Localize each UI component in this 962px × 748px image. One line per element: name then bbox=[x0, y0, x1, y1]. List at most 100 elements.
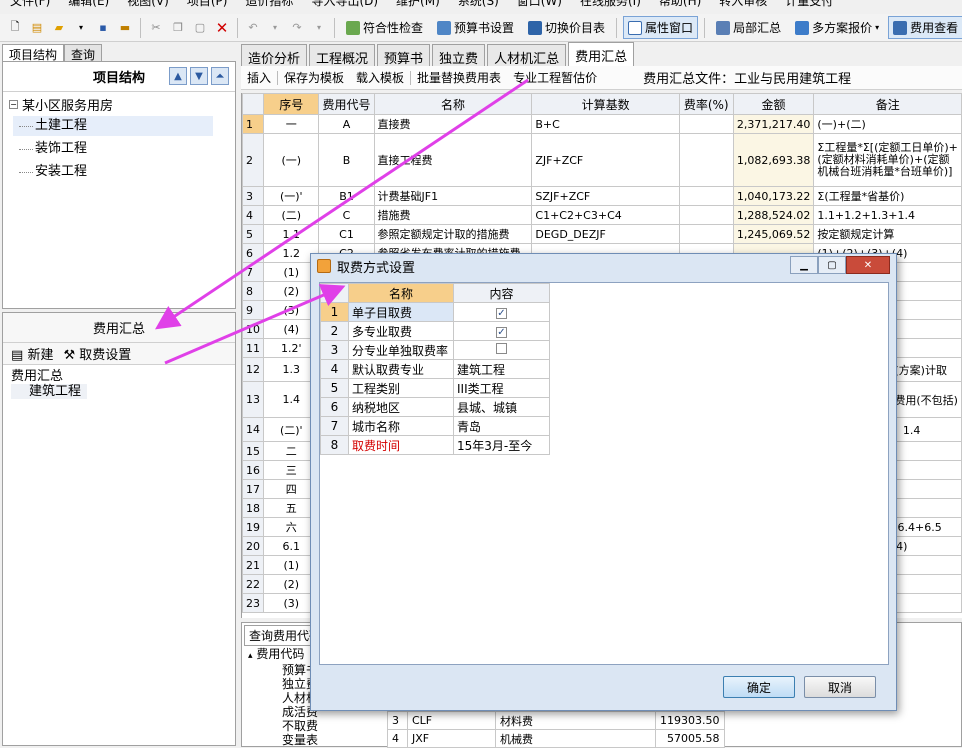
cell-name[interactable]: 机械费 bbox=[495, 729, 656, 748]
setting-checkbox[interactable]: ✓ bbox=[453, 321, 550, 341]
cell-code[interactable]: B bbox=[318, 133, 375, 187]
minimize-button[interactable]: ▁ bbox=[790, 256, 818, 274]
cell-name[interactable]: 材料费 bbox=[495, 711, 656, 730]
row-number[interactable]: 19 bbox=[242, 517, 264, 537]
tree-root-project[interactable]: − 某小区服务用房 bbox=[9, 95, 113, 114]
col-header-name[interactable]: 名称 bbox=[348, 283, 454, 303]
tree-item-code[interactable]: 不取费 bbox=[282, 719, 318, 733]
row-number[interactable]: 20 bbox=[242, 536, 264, 556]
switch-price-table-button[interactable]: 切换价目表 bbox=[523, 16, 610, 39]
menu-item[interactable]: 导入导出(D) bbox=[311, 0, 378, 9]
row-number[interactable]: 13 bbox=[242, 381, 264, 418]
row-number[interactable]: 7 bbox=[242, 262, 264, 282]
setting-value[interactable]: 建筑工程 bbox=[453, 359, 550, 379]
setting-name[interactable]: 城市名称 bbox=[348, 416, 454, 436]
cell-amount[interactable]: 2,371,217.40 bbox=[732, 114, 815, 134]
row-number[interactable]: 9 bbox=[242, 300, 264, 320]
new-button[interactable]: ▤ 新建 bbox=[11, 344, 53, 363]
row-number[interactable]: 10 bbox=[242, 319, 264, 339]
setting-value[interactable]: 青岛 bbox=[453, 416, 550, 436]
cell-seq[interactable]: 一 bbox=[262, 114, 320, 134]
budget-settings-button[interactable]: 预算书设置 bbox=[432, 16, 519, 39]
row-number[interactable]: 11 bbox=[242, 338, 264, 358]
tree-root-code[interactable]: ▴ 费用代码 bbox=[248, 647, 318, 663]
menu-item[interactable]: 项目(P) bbox=[187, 0, 228, 9]
cell-n[interactable]: 3 bbox=[387, 711, 408, 730]
multi-quote-button[interactable]: 多方案报价 ▾ bbox=[790, 16, 884, 39]
tab-fee-summary[interactable]: 费用汇总 bbox=[568, 42, 635, 66]
ok-button[interactable]: 确定 bbox=[723, 676, 795, 698]
cell-name[interactable]: 直接工程费 bbox=[373, 133, 533, 187]
save-icon[interactable]: ▪ bbox=[95, 20, 111, 36]
setting-name[interactable]: 多专业取费 bbox=[348, 321, 454, 341]
cell-code[interactable]: CLF bbox=[407, 711, 496, 730]
row-number[interactable]: 17 bbox=[242, 479, 264, 499]
row-number[interactable]: 18 bbox=[242, 498, 264, 518]
cell-note[interactable]: 按定额规定计算 bbox=[813, 224, 962, 244]
cell-rate[interactable] bbox=[678, 205, 734, 225]
setting-row[interactable]: 1 单子目取费 ✓ bbox=[320, 302, 550, 322]
setting-value[interactable]: 15年3月-至今 bbox=[453, 435, 550, 455]
cell-code[interactable]: C bbox=[318, 205, 375, 225]
col-header-seq[interactable]: 序号 bbox=[262, 93, 320, 115]
setting-row[interactable]: 4 默认取费专业 建筑工程 bbox=[320, 359, 550, 379]
tree-item-installation[interactable]: 安装工程 bbox=[13, 162, 87, 182]
row-number[interactable]: 16 bbox=[242, 460, 264, 480]
checkbox[interactable]: ✓ bbox=[496, 308, 507, 319]
open-folder-icon[interactable]: ▰ bbox=[51, 20, 67, 36]
insert-button[interactable]: 插入 bbox=[241, 69, 277, 86]
cell-base[interactable]: SZJF+ZCF bbox=[531, 186, 680, 206]
table-row[interactable]: 3 (一)' B1 计费基础JF1 SZJF+ZCF 1,040,173.22 Σ(工程量*… bbox=[242, 186, 962, 206]
save-template-button[interactable]: 保存为模板 bbox=[278, 69, 350, 86]
tree-item-decoration[interactable]: 装饰工程 bbox=[13, 139, 87, 159]
cell-n[interactable]: 4 bbox=[387, 729, 408, 748]
conform-check-button[interactable]: 符合性检查 bbox=[341, 16, 428, 39]
fee-settings-button[interactable]: ⚒ 取费设置 bbox=[63, 344, 131, 363]
tree-item-code[interactable]: 变量表 bbox=[282, 733, 318, 747]
row-number[interactable]: 5 bbox=[242, 224, 264, 244]
cut-icon[interactable]: ✂ bbox=[148, 20, 164, 36]
load-template-button[interactable]: 载入模板 bbox=[350, 69, 410, 86]
row-number[interactable]: 12 bbox=[242, 357, 264, 382]
cell-note[interactable]: (一)+(二) bbox=[813, 114, 962, 134]
cell-value[interactable]: 119303.50 bbox=[655, 711, 725, 730]
menu-item[interactable]: 文件(F) bbox=[10, 0, 50, 9]
col-header-rate[interactable]: 费率(%) bbox=[678, 93, 734, 115]
cell-amount[interactable]: 1,288,524.02 bbox=[732, 205, 815, 225]
tab-project-overview[interactable]: 工程概况 bbox=[309, 44, 376, 67]
dropdown-icon[interactable]: ▾ bbox=[73, 20, 89, 36]
cell-name[interactable]: 直接费 bbox=[373, 114, 533, 134]
setting-row[interactable]: 2 多专业取费 ✓ bbox=[320, 321, 550, 341]
row-number[interactable]: 15 bbox=[242, 441, 264, 461]
partial-summary-button[interactable]: 局部汇总 bbox=[711, 16, 786, 39]
cell-code[interactable]: B1 bbox=[318, 186, 375, 206]
collapse-icon[interactable]: − bbox=[9, 100, 18, 109]
setting-value[interactable]: 县城、城镇 bbox=[453, 397, 550, 417]
tab-project-structure[interactable]: 项目结构 bbox=[2, 44, 65, 62]
setting-name[interactable]: 工程类别 bbox=[348, 378, 454, 398]
col-header-code[interactable]: 费用代号 bbox=[318, 93, 375, 115]
copy-icon[interactable]: ❐ bbox=[170, 20, 186, 36]
move-up-button[interactable]: ▲ bbox=[169, 67, 187, 85]
menu-item[interactable]: 编辑(E) bbox=[68, 0, 109, 9]
row-number[interactable]: 22 bbox=[242, 574, 264, 594]
tree-item-building[interactable]: 建筑工程 bbox=[11, 384, 87, 399]
fee-view-button[interactable]: 费用查看 bbox=[888, 16, 962, 39]
row-number[interactable]: 1 bbox=[242, 114, 264, 134]
new-project-icon[interactable]: ▤ bbox=[29, 20, 45, 36]
cell-note[interactable]: Σ(工程量*省基价) bbox=[813, 186, 962, 206]
setting-name[interactable]: 单子目取费 bbox=[348, 302, 454, 322]
menu-item[interactable]: 窗口(W) bbox=[517, 0, 562, 9]
cell-seq[interactable]: (二) bbox=[262, 205, 320, 225]
tab-labor-material[interactable]: 人材机汇总 bbox=[487, 44, 567, 67]
cell-name[interactable]: 措施费 bbox=[373, 205, 533, 225]
cell-name[interactable]: 计费基础JF1 bbox=[373, 186, 533, 206]
undo-dropdown-icon[interactable]: ▾ bbox=[267, 20, 283, 36]
menu-item[interactable]: 系统(S) bbox=[458, 0, 499, 9]
row-number[interactable]: 21 bbox=[242, 555, 264, 575]
tab-budget[interactable]: 预算书 bbox=[377, 44, 431, 67]
cell-code[interactable]: JXF bbox=[407, 729, 496, 748]
setting-checkbox[interactable] bbox=[453, 340, 550, 360]
setting-name[interactable]: 纳税地区 bbox=[348, 397, 454, 417]
redo-icon[interactable]: ↷ bbox=[289, 20, 305, 36]
